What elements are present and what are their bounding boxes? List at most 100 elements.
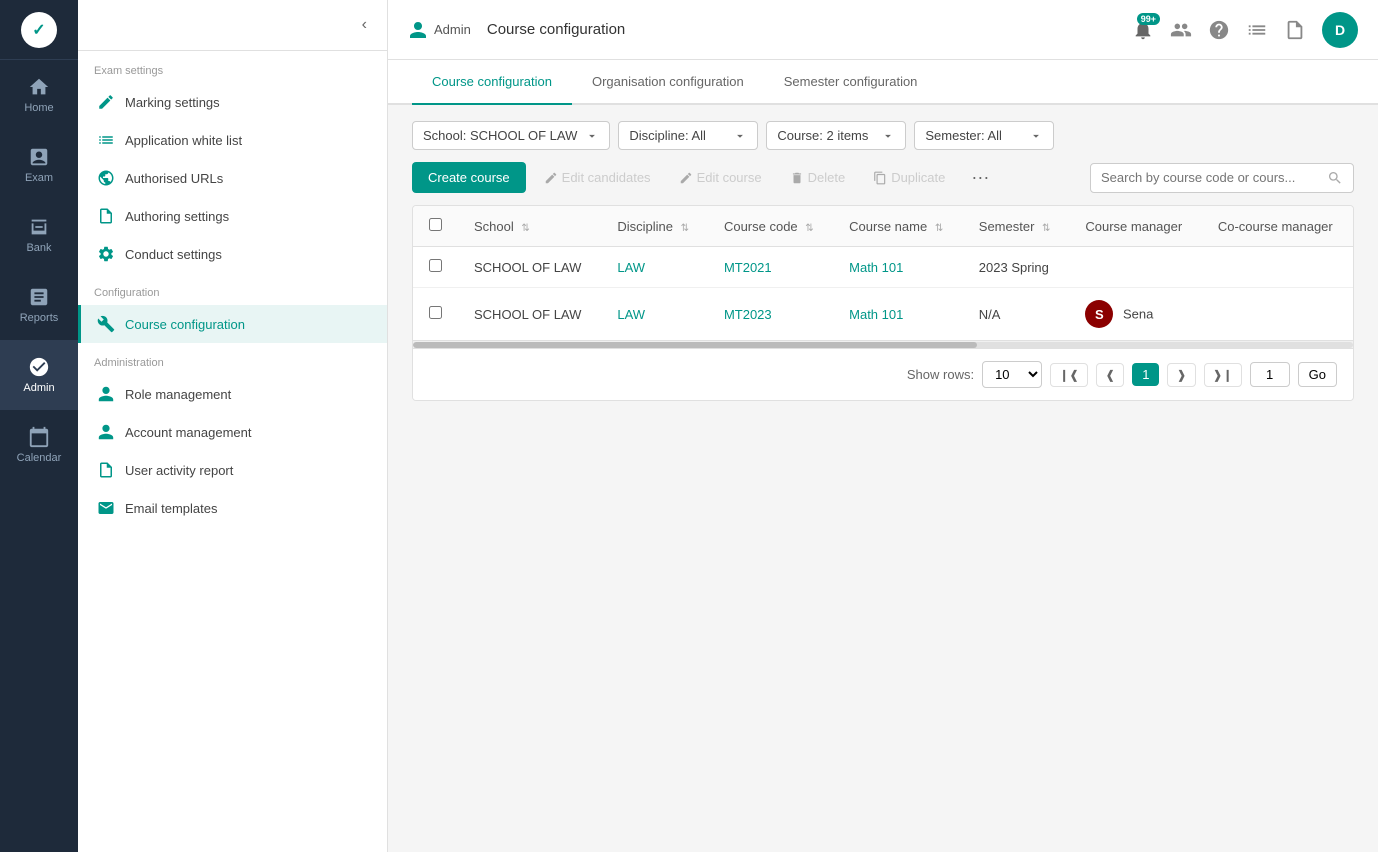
table-row[interactable]: SCHOOL OF LAW LAW MT2023 Math 101 N/A S … [413, 288, 1353, 341]
sidebar-item-authoring-settings-label: Authoring settings [125, 209, 229, 224]
sort-icon[interactable]: ⇅ [1042, 223, 1050, 234]
semester-filter[interactable]: Semester: All [914, 121, 1054, 150]
email-icon [97, 499, 115, 517]
row-checkbox[interactable] [429, 259, 442, 272]
sidebar-item-email-templates-label: Email templates [125, 501, 217, 516]
sidebar-item-email-templates[interactable]: Email templates [78, 489, 387, 527]
row-checkbox-cell[interactable] [413, 288, 458, 341]
semester-cell: N/A [963, 288, 1070, 341]
users-icon-button[interactable] [1170, 19, 1192, 41]
search-input[interactable] [1101, 170, 1321, 185]
notifications-button[interactable]: 99+ [1132, 19, 1154, 41]
tab-semester-configuration[interactable]: Semester configuration [764, 60, 938, 105]
school-cell: SCHOOL OF LAW [458, 247, 601, 288]
sidebar-item-authorised-urls[interactable]: Authorised URLs [78, 159, 387, 197]
table-scrollbar[interactable] [413, 340, 1353, 348]
sidebar-item-user-activity-report[interactable]: User activity report [78, 451, 387, 489]
search-box [1090, 163, 1354, 193]
user-avatar[interactable]: D [1322, 12, 1358, 48]
prev-page-button[interactable]: ❰ [1096, 363, 1124, 387]
course-code-column-header: Course code ⇅ [708, 206, 833, 247]
notification-badge: 99+ [1137, 13, 1160, 25]
select-all-checkbox[interactable] [429, 218, 442, 231]
select-all-header[interactable] [413, 206, 458, 247]
row-checkbox-cell[interactable] [413, 247, 458, 288]
nav-item-exam-label: Exam [25, 172, 53, 184]
nav-item-exam[interactable]: Exam [0, 130, 78, 200]
tab-course-configuration[interactable]: Course configuration [412, 60, 572, 105]
tab-organisation-configuration[interactable]: Organisation configuration [572, 60, 764, 105]
delete-label: Delete [808, 170, 846, 185]
discipline-cell[interactable]: LAW [601, 247, 708, 288]
go-to-page-input[interactable] [1250, 362, 1290, 387]
nav-item-calendar[interactable]: Calendar [0, 410, 78, 480]
trash-icon [790, 171, 804, 185]
nav-item-home[interactable]: Home [0, 60, 78, 130]
help-icon [1208, 19, 1230, 41]
pencil-icon [544, 171, 558, 185]
app-logo[interactable]: ✓ [0, 0, 78, 60]
tabs-bar: Course configuration Organisation config… [388, 60, 1378, 105]
sort-icon[interactable]: ⇅ [681, 223, 689, 234]
create-course-button[interactable]: Create course [412, 162, 526, 193]
sidebar-item-account-management-label: Account management [125, 425, 251, 440]
exam-settings-title: Exam settings [78, 51, 387, 83]
sidebar-item-application-whitelist[interactable]: Application white list [78, 121, 387, 159]
school-filter[interactable]: School: SCHOOL OF LAW [412, 121, 610, 150]
table-row[interactable]: SCHOOL OF LAW LAW MT2021 Math 101 2023 S… [413, 247, 1353, 288]
co-course-manager-cell [1202, 288, 1353, 341]
duplicate-label: Duplicate [891, 170, 945, 185]
nav-item-reports[interactable]: Reports [0, 270, 78, 340]
sidebar: ‹ Exam settings Marking settings Applica… [78, 0, 388, 852]
sidebar-item-application-whitelist-label: Application white list [125, 133, 242, 148]
course-filter-label: Course: 2 items [777, 128, 873, 143]
row-checkbox[interactable] [429, 306, 442, 319]
rows-per-page-select[interactable]: 10 25 50 100 [982, 361, 1042, 388]
nav-item-bank[interactable]: Bank [0, 200, 78, 270]
sidebar-item-role-management-label: Role management [125, 387, 231, 402]
course-name-cell[interactable]: Math 101 [833, 288, 963, 341]
configuration-title: Configuration [78, 273, 387, 305]
edit-candidates-label: Edit candidates [562, 170, 651, 185]
last-page-button[interactable]: ❱❙ [1204, 363, 1242, 387]
sidebar-item-authorised-urls-label: Authorised URLs [125, 171, 223, 186]
discipline-filter[interactable]: Discipline: All [618, 121, 758, 150]
user-icon [408, 20, 428, 40]
semester-column-header: Semester ⇅ [963, 206, 1070, 247]
sidebar-item-account-management[interactable]: Account management [78, 413, 387, 451]
current-page: 1 [1132, 363, 1159, 386]
sort-icon[interactable]: ⇅ [935, 223, 943, 234]
first-page-button[interactable]: ❙❰ [1050, 363, 1088, 387]
course-code-cell[interactable]: MT2023 [708, 288, 833, 341]
go-button[interactable]: Go [1298, 362, 1337, 387]
manager-avatar: S [1085, 300, 1113, 328]
sidebar-collapse-button[interactable]: ‹ [358, 12, 371, 38]
topbar-user-label: Admin [434, 22, 471, 37]
sidebar-item-course-configuration[interactable]: Course configuration [78, 305, 387, 343]
discipline-cell[interactable]: LAW [601, 288, 708, 341]
help-button[interactable] [1208, 19, 1230, 41]
users-icon [1170, 19, 1192, 41]
more-options-button[interactable]: ··· [963, 163, 997, 192]
nav-item-admin[interactable]: Admin [0, 340, 78, 410]
delete-button[interactable]: Delete [780, 164, 856, 191]
sidebar-item-authoring-settings[interactable]: Authoring settings [78, 197, 387, 235]
course-name-cell[interactable]: Math 101 [833, 247, 963, 288]
list-icon-button[interactable] [1246, 19, 1268, 41]
edit-course-button[interactable]: Edit course [669, 164, 772, 191]
discipline-filter-label: Discipline: All [629, 128, 725, 143]
course-code-cell[interactable]: MT2021 [708, 247, 833, 288]
home-icon [28, 76, 50, 98]
reports-icon [28, 286, 50, 308]
course-filter[interactable]: Course: 2 items [766, 121, 906, 150]
sidebar-item-conduct-settings[interactable]: Conduct settings [78, 235, 387, 273]
sort-icon[interactable]: ⇅ [521, 223, 529, 234]
sidebar-item-marking-settings[interactable]: Marking settings [78, 83, 387, 121]
course-name-column-header: Course name ⇅ [833, 206, 963, 247]
edit-candidates-button[interactable]: Edit candidates [534, 164, 661, 191]
document-icon-button[interactable] [1284, 19, 1306, 41]
duplicate-button[interactable]: Duplicate [863, 164, 955, 191]
sort-icon[interactable]: ⇅ [805, 223, 813, 234]
sidebar-item-role-management[interactable]: Role management [78, 375, 387, 413]
next-page-button[interactable]: ❱ [1167, 363, 1195, 387]
